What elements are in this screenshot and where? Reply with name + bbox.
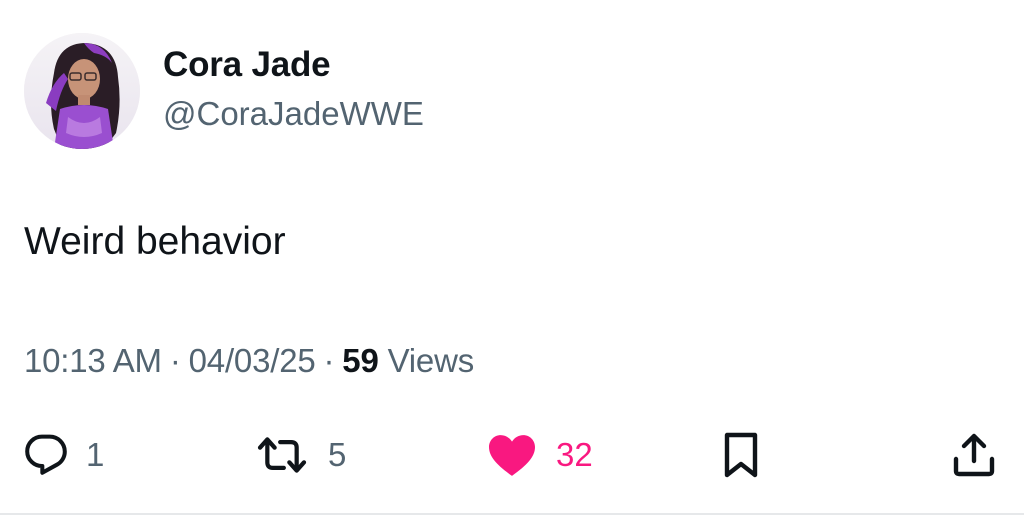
retweet-arrows-icon	[257, 437, 307, 473]
retweet-count: 5	[328, 436, 347, 473]
bookmark-button[interactable]	[720, 420, 762, 490]
tweet-time[interactable]: 10:13 AM	[24, 342, 162, 379]
author-handle[interactable]: @CoraJadeWWE	[163, 95, 424, 133]
meta-separator: ·	[323, 342, 335, 379]
avatar-image	[24, 33, 140, 149]
tweet-card: Cora Jade @CoraJadeWWE Weird behavior 10…	[0, 0, 1024, 515]
reply-bubble-icon	[25, 434, 67, 475]
tweet-text: Weird behavior	[24, 220, 286, 263]
action-bar: 1 5 32	[0, 420, 1024, 490]
meta-separator: ·	[169, 342, 181, 379]
reply-count: 1	[86, 436, 105, 473]
share-upload-icon	[953, 433, 995, 477]
views-label: Views	[387, 342, 475, 379]
author-name[interactable]: Cora Jade	[163, 45, 331, 85]
bookmark-icon	[724, 432, 758, 478]
like-count: 32	[556, 436, 593, 473]
tweet-date[interactable]: 04/03/25	[189, 342, 316, 379]
tweet-meta: 10:13 AM · 04/03/25 · 59 Views	[24, 342, 474, 380]
share-button[interactable]	[950, 420, 998, 490]
retweet-button[interactable]: 5	[254, 420, 346, 490]
heart-filled-icon	[489, 435, 535, 476]
views-count: 59	[342, 342, 379, 379]
avatar[interactable]	[24, 33, 140, 149]
reply-button[interactable]: 1	[24, 420, 104, 490]
like-button[interactable]: 32	[486, 420, 593, 490]
